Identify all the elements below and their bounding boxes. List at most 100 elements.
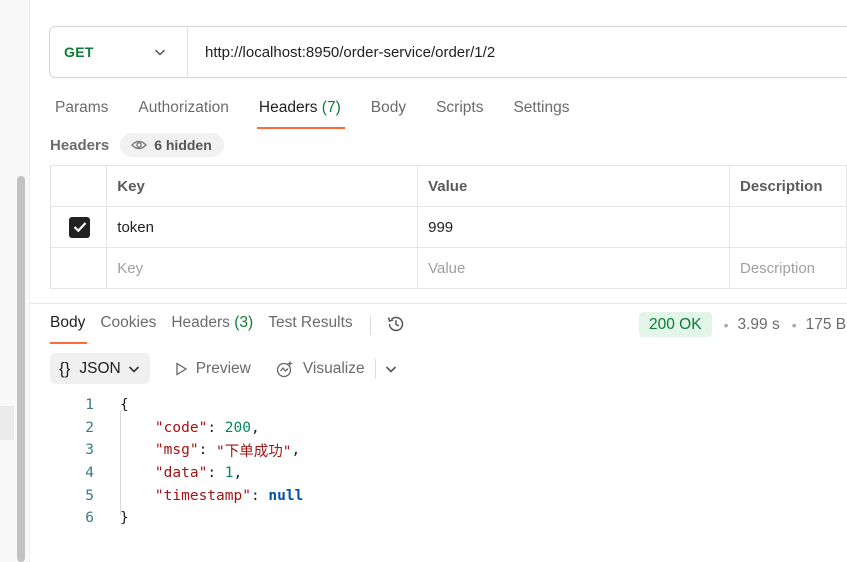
json-number: 200: [224, 419, 251, 436]
code-line: 3 "msg": "下单成功",: [72, 439, 303, 462]
tab-headers[interactable]: Headers (7): [256, 99, 345, 129]
chevron-down-icon[interactable]: [384, 362, 398, 376]
sidebar-selection-marker: [0, 406, 14, 440]
tab-response-headers[interactable]: Headers (3): [171, 314, 253, 344]
separator-dot: •: [723, 316, 729, 333]
line-number: 5: [85, 487, 94, 504]
hidden-count-label: 6 hidden: [154, 137, 212, 153]
pane-divider[interactable]: [30, 303, 847, 304]
tab-body[interactable]: Body: [371, 99, 406, 129]
visualize-label: Visualize: [302, 359, 365, 377]
check-icon: [73, 222, 86, 233]
json-string: "下单成功": [216, 443, 292, 460]
column-header-value: Value: [417, 165, 730, 207]
header-enabled-checkbox[interactable]: [69, 216, 90, 238]
preview-label: Preview: [195, 359, 251, 377]
braces-icon: {}: [59, 358, 71, 378]
line-number: 2: [85, 419, 94, 436]
format-dropdown[interactable]: {} JSON: [50, 353, 150, 384]
table-header-row: Key Value Description: [49, 165, 847, 207]
tab-settings[interactable]: Settings: [513, 99, 569, 129]
tab-label: Headers: [171, 314, 230, 331]
column-header-select: [49, 165, 108, 207]
tab-label: Scripts: [436, 99, 484, 116]
code-line: 2 "code": 200,: [72, 417, 303, 440]
response-size[interactable]: 175 B: [806, 316, 847, 334]
json-brace: {: [120, 397, 129, 414]
eye-icon: [131, 140, 148, 150]
response-view-controls: {} JSON Preview Visualize: [50, 353, 398, 384]
column-header-description: Description: [728, 165, 847, 207]
code-line: 1{: [72, 394, 303, 417]
tab-label: Cookies: [100, 314, 157, 331]
tab-count: (7): [321, 99, 341, 116]
json-key: "code": [154, 419, 208, 436]
left-sidebar-rail: [0, 0, 30, 562]
visualize-button[interactable]: Visualize: [275, 359, 365, 379]
tab-scripts[interactable]: Scripts: [436, 99, 483, 129]
indent-guide: [120, 411, 121, 515]
tab-response-body[interactable]: Body: [50, 314, 88, 344]
sidebar-scrollbar[interactable]: [17, 176, 25, 562]
request-tabs: Params Authorization Headers (7) Body Sc…: [55, 99, 599, 131]
chevron-down-icon: [128, 365, 139, 373]
column-header-key: Key: [106, 165, 419, 207]
headers-table: Key Value Description token 999 Key Valu…: [49, 165, 847, 289]
preview-button[interactable]: Preview: [174, 360, 251, 378]
visualize-icon: [276, 360, 293, 377]
format-label: JSON: [79, 359, 121, 377]
divider: [374, 358, 376, 379]
table-row: token 999: [49, 206, 847, 248]
response-tabs: Body Cookies Headers (3) Test Results: [50, 314, 407, 344]
chevron-down-icon: [154, 49, 166, 56]
new-description-input[interactable]: Description: [728, 247, 847, 289]
divider: [369, 315, 371, 335]
json-key: "data": [154, 465, 208, 482]
tab-label: Authorization: [138, 99, 229, 116]
separator-dot: •: [791, 316, 797, 333]
tab-label: Settings: [513, 99, 570, 116]
hidden-headers-toggle[interactable]: 6 hidden: [120, 133, 224, 157]
play-icon: [176, 361, 187, 376]
tab-label: Headers: [258, 99, 318, 116]
tab-label: Body: [370, 99, 407, 116]
method-selector[interactable]: GET: [50, 27, 188, 77]
table-row-placeholder: Key Value Description: [49, 247, 847, 289]
code-line: 4 "data": 1,: [72, 462, 303, 485]
tab-test-results[interactable]: Test Results: [268, 314, 352, 344]
response-body-viewer[interactable]: 1{ 2 "code": 200, 3 "msg": "下单成功", 4 "da…: [72, 394, 303, 530]
header-key-cell[interactable]: token: [106, 206, 419, 248]
tab-label: Params: [55, 99, 109, 116]
request-url-bar: GET http://localhost:8950/order-service/…: [49, 26, 847, 78]
line-number: 3: [85, 442, 94, 459]
json-key: "msg": [154, 442, 199, 459]
url-input[interactable]: http://localhost:8950/order-service/orde…: [188, 44, 495, 61]
tab-params[interactable]: Params: [55, 99, 108, 129]
response-meta: 200 OK • 3.99 s • 175 B: [639, 312, 846, 337]
code-line: 5 "timestamp": null: [72, 484, 303, 507]
row-checkbox-cell: [49, 206, 108, 248]
line-number: 1: [85, 397, 94, 414]
method-label: GET: [64, 44, 94, 60]
json-null: null: [268, 487, 304, 504]
line-number: 4: [85, 465, 94, 482]
headers-section-title: Headers: [50, 136, 110, 154]
json-brace: }: [120, 510, 129, 527]
tab-label: Test Results: [268, 314, 353, 331]
code-line: 6}: [72, 507, 303, 530]
tab-cookies[interactable]: Cookies: [100, 314, 156, 344]
new-value-input[interactable]: Value: [417, 247, 730, 289]
json-key: "timestamp": [154, 487, 251, 504]
header-value-cell[interactable]: 999: [417, 206, 730, 248]
header-description-cell[interactable]: [728, 206, 847, 248]
history-icon[interactable]: [385, 313, 407, 335]
response-time[interactable]: 3.99 s: [737, 316, 779, 334]
row-checkbox-cell: [49, 247, 108, 289]
tab-authorization[interactable]: Authorization: [138, 99, 228, 129]
headers-section-header: Headers 6 hidden: [50, 133, 224, 157]
json-number: 1: [224, 465, 234, 482]
new-key-input[interactable]: Key: [106, 247, 419, 289]
tab-count: (3): [234, 314, 254, 331]
line-number: 6: [85, 510, 94, 527]
status-badge[interactable]: 200 OK: [639, 312, 712, 337]
